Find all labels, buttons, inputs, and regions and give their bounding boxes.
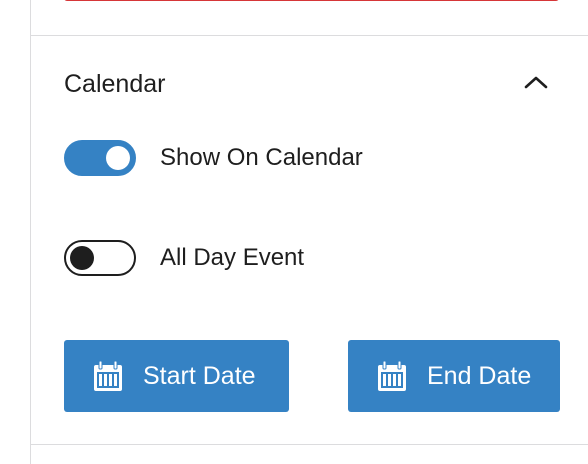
show-on-calendar-label: Show On Calendar — [160, 144, 363, 171]
start-date-label: Start Date — [143, 362, 256, 390]
all-day-event-label: All Day Event — [160, 244, 305, 271]
start-date-button[interactable]: Start Date — [64, 340, 289, 412]
calendar-icon — [94, 360, 122, 391]
panel-collapse-button[interactable] — [520, 66, 552, 98]
toggle-thumb — [106, 146, 130, 170]
end-date-label: End Date — [427, 362, 532, 390]
section-divider-bottom — [31, 444, 588, 445]
show-on-calendar-toggle[interactable] — [64, 140, 136, 176]
section-divider-top — [31, 35, 588, 36]
panel-title: Calendar — [64, 70, 166, 98]
end-date-button[interactable]: End Date — [348, 340, 560, 412]
calendar-icon — [378, 360, 406, 391]
all-day-event-row: All Day Event — [64, 240, 304, 276]
invalid-input-field[interactable] — [64, 0, 559, 1]
toggle-thumb — [70, 246, 94, 270]
show-on-calendar-row: Show On Calendar — [64, 140, 363, 176]
editor-sidebar: Calendar Show On Calendar All Day Event — [0, 0, 588, 464]
all-day-event-toggle[interactable] — [64, 240, 136, 276]
chevron-up-icon — [524, 76, 548, 89]
sidebar-left-border — [30, 0, 31, 464]
